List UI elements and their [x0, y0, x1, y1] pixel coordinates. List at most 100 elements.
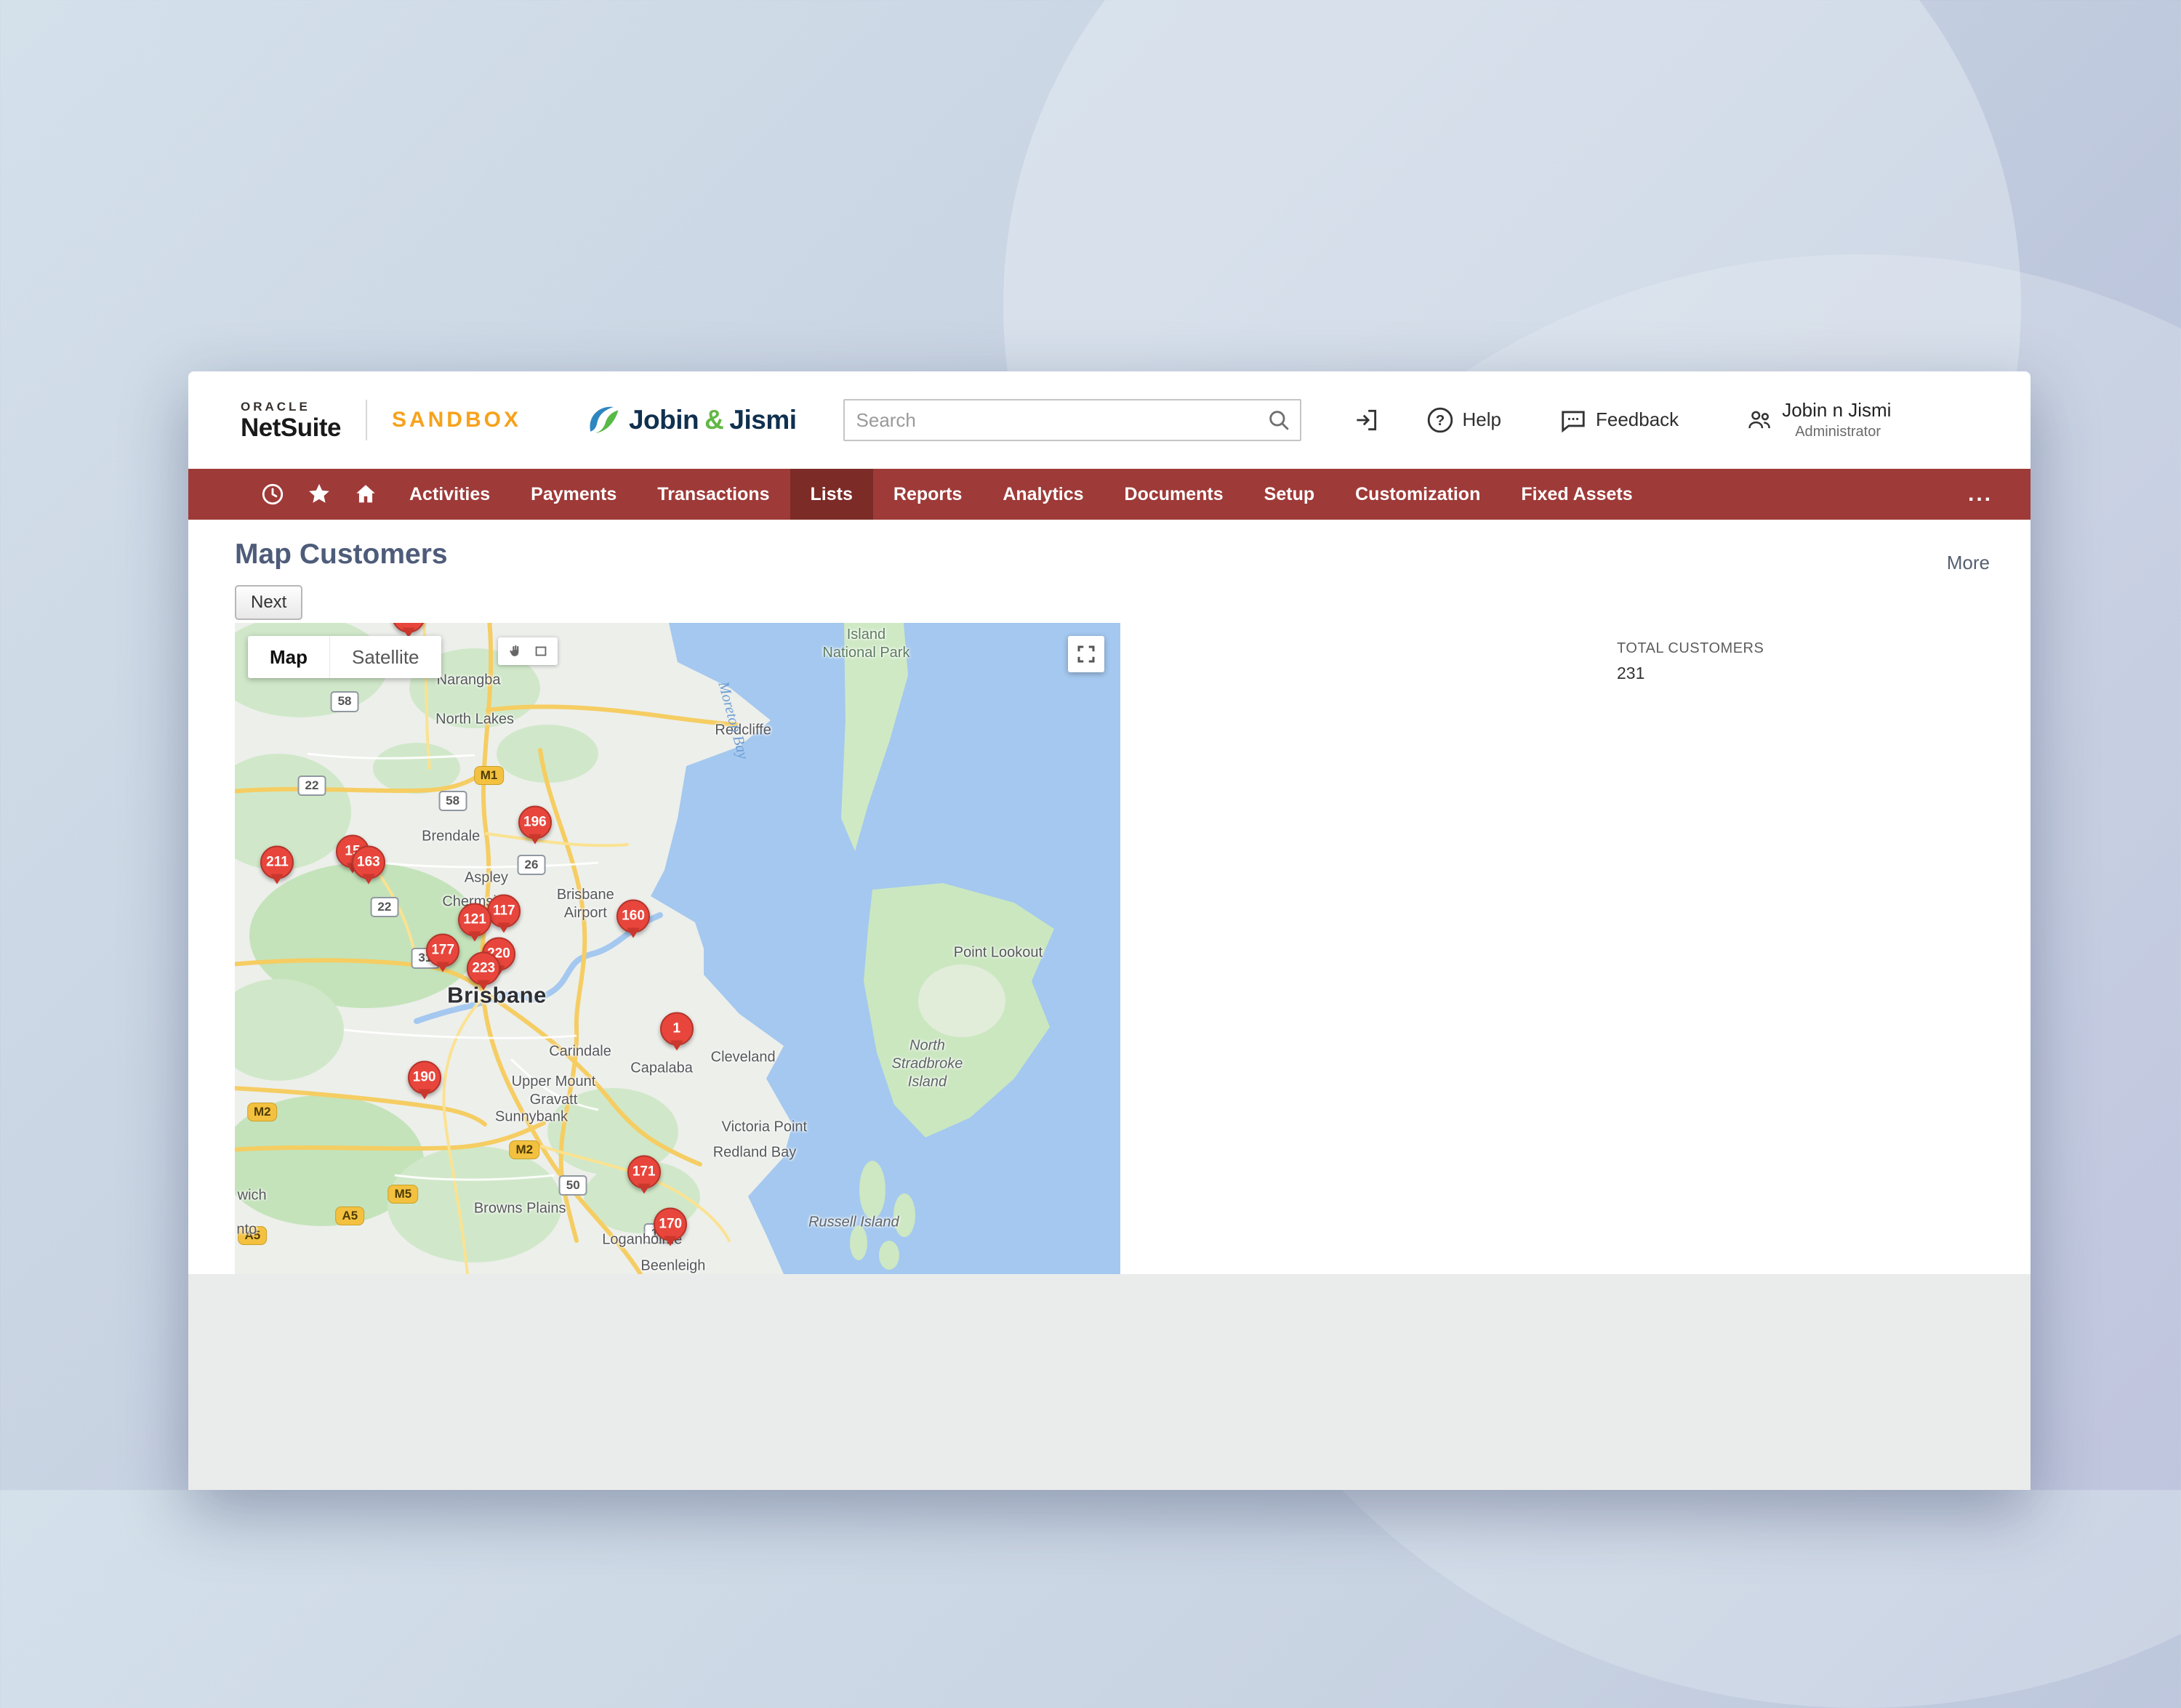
- oracle-netsuite-logo[interactable]: ORACLE NetSuite: [241, 400, 341, 440]
- clock-icon: [260, 482, 285, 507]
- map-marker-190[interactable]: 190: [408, 1060, 441, 1094]
- map-label: Carindale: [549, 1043, 611, 1061]
- company-name: Jobin&Jismi: [629, 405, 797, 435]
- help-icon: ?: [1426, 406, 1454, 434]
- user-name: Jobin n Jismi: [1782, 400, 1891, 422]
- map-marker-196[interactable]: 196: [518, 806, 552, 839]
- help-button[interactable]: ? Help: [1426, 406, 1501, 434]
- feedback-label: Feedback: [1596, 408, 1679, 431]
- nav-item-lists[interactable]: Lists: [790, 469, 873, 520]
- road-shield: M2: [509, 1140, 539, 1159]
- map-label: Cleveland: [711, 1048, 776, 1066]
- map-marker-177[interactable]: 177: [426, 934, 459, 967]
- nav-item-transactions[interactable]: Transactions: [637, 469, 790, 520]
- pan-hand-icon[interactable]: [507, 643, 523, 659]
- road-shield: A5: [335, 1207, 364, 1225]
- pan-zoom-control[interactable]: [498, 637, 558, 665]
- signout-icon: [1352, 406, 1380, 434]
- page-title: Map Customers: [235, 539, 448, 571]
- nav-item-payments[interactable]: Payments: [510, 469, 637, 520]
- map-label: Island National Park: [822, 626, 909, 662]
- total-customers-label: TOTAL CUSTOMERS: [1617, 640, 1764, 657]
- header-actions: ? Help Feedback Jobin n Ji: [1352, 400, 1892, 440]
- map-label: Beenleigh: [640, 1257, 705, 1274]
- nav-item-documents[interactable]: Documents: [1104, 469, 1244, 520]
- search-input[interactable]: [843, 399, 1301, 441]
- home-button[interactable]: [342, 469, 389, 520]
- feedback-button[interactable]: Feedback: [1559, 406, 1679, 434]
- svg-text:?: ?: [1435, 412, 1445, 429]
- help-label: Help: [1463, 408, 1501, 431]
- map-marker-211[interactable]: 211: [260, 846, 294, 879]
- shortcuts-button[interactable]: [296, 469, 342, 520]
- road-shield: M2: [247, 1103, 278, 1121]
- map-label: Narangba: [437, 671, 501, 689]
- map-marker-163[interactable]: 163: [352, 846, 385, 879]
- user-role: Administrator: [1782, 424, 1891, 440]
- recents-button[interactable]: [249, 469, 296, 520]
- map-canvas[interactable]: Island National Park Narangba North Lake…: [235, 623, 1120, 1274]
- more-link[interactable]: More: [1947, 552, 1990, 574]
- app-header: ORACLE NetSuite SANDBOX Jobin&Jismi: [188, 371, 2031, 469]
- nav-item-setup[interactable]: Setup: [1244, 469, 1335, 520]
- home-icon: [353, 482, 378, 507]
- nav-item-customization[interactable]: Customization: [1335, 469, 1501, 520]
- nav-item-activities[interactable]: Activities: [389, 469, 510, 520]
- oracle-wordmark: ORACLE: [241, 400, 341, 413]
- map-label: Browns Plains: [474, 1199, 566, 1217]
- map-label-island: Russell Island: [808, 1214, 899, 1232]
- road-shield: 50: [559, 1175, 587, 1196]
- map-label-island: North Stradbroke Island: [892, 1037, 963, 1092]
- map-marker-170[interactable]: 170: [654, 1208, 687, 1241]
- fullscreen-button[interactable]: [1068, 636, 1104, 672]
- road-shield: 58: [438, 791, 467, 811]
- fullscreen-icon: [1075, 643, 1097, 665]
- zoom-rectangle-icon[interactable]: [533, 643, 549, 659]
- map-type-control: Map Satellite: [248, 636, 441, 678]
- nav-item-analytics[interactable]: Analytics: [982, 469, 1104, 520]
- company-logo: Jobin&Jismi: [582, 400, 797, 440]
- global-search: [843, 399, 1301, 441]
- map-marker-121[interactable]: 121: [458, 903, 491, 936]
- next-button[interactable]: Next: [235, 585, 302, 620]
- map-label-city: Brisbane: [447, 982, 547, 1010]
- road-shield: 26: [518, 855, 546, 875]
- satellite-view-button[interactable]: Satellite: [329, 636, 441, 678]
- map-label: Redland Bay: [713, 1144, 797, 1162]
- road-shield: M1: [474, 766, 505, 785]
- map-label: Brendale: [422, 827, 480, 845]
- header-divider: [366, 400, 367, 440]
- road-shield: 58: [331, 691, 359, 712]
- total-customers-value: 231: [1617, 664, 1764, 683]
- map-label: Brisbane Airport: [557, 886, 614, 922]
- nav-overflow-button[interactable]: ...: [1930, 469, 2031, 520]
- map-marker-1[interactable]: 1: [660, 1012, 694, 1045]
- search-icon[interactable]: [1266, 408, 1291, 432]
- map-marker-223[interactable]: 223: [467, 952, 500, 986]
- map-marker-160[interactable]: 160: [616, 900, 650, 933]
- map-marker-117[interactable]: 117: [487, 895, 521, 928]
- user-group-icon: [1746, 406, 1773, 434]
- road-shield: M5: [388, 1185, 419, 1204]
- page-content: Map Customers More Next TOTAL CUSTOMERS …: [188, 520, 2031, 1490]
- map-view-button[interactable]: Map: [248, 636, 329, 678]
- map-label: Upper Mount Gravatt: [512, 1073, 596, 1109]
- map-label: Point Lookout: [954, 944, 1043, 962]
- company-swoosh-icon: [582, 400, 622, 440]
- map-label: Capalaba: [630, 1059, 693, 1077]
- star-icon: [307, 482, 332, 507]
- nav-item-fixed-assets[interactable]: Fixed Assets: [1501, 469, 1652, 520]
- road-shield: 22: [370, 897, 398, 917]
- feedback-icon: [1559, 406, 1587, 434]
- road-shield: 22: [297, 776, 326, 796]
- map-label: wich: [238, 1187, 267, 1205]
- map-label: North Lakes: [435, 710, 514, 728]
- nav-item-reports[interactable]: Reports: [873, 469, 982, 520]
- signout-button[interactable]: [1352, 406, 1380, 434]
- main-nav: Activities Payments Transactions Lists R…: [188, 469, 2031, 520]
- total-customers: TOTAL CUSTOMERS 231: [1617, 640, 1764, 683]
- user-menu[interactable]: Jobin n Jismi Administrator: [1746, 400, 1891, 440]
- map-label: nto: [236, 1221, 257, 1239]
- map-marker-171[interactable]: 171: [627, 1155, 661, 1188]
- map-label: Victoria Point: [722, 1118, 807, 1136]
